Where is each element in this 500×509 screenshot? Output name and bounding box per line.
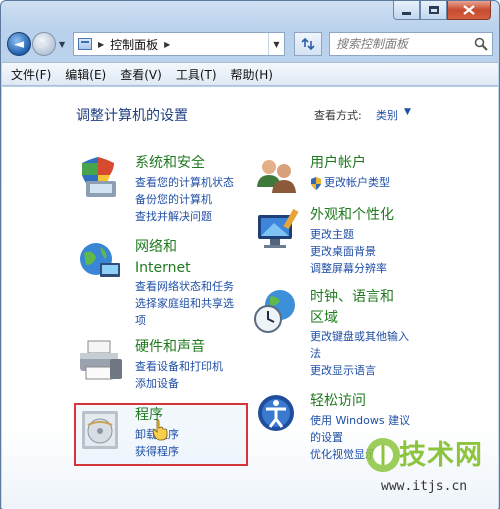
chevron-right-icon[interactable]: ▶: [98, 40, 104, 49]
link-get-programs[interactable]: 获得程序: [135, 443, 179, 460]
forward-arrow-icon: ►: [39, 36, 49, 52]
address-dropdown-icon[interactable]: ▼: [268, 33, 284, 55]
category-appearance-title[interactable]: 外观和个性化: [310, 205, 394, 225]
link-add-device[interactable]: 添加设备: [135, 375, 179, 392]
category-system-security: 系统和安全 查看您的计算机状态 备份您的计算机 查找并解决问题: [76, 153, 246, 233]
link-change-keyboard[interactable]: 更改键盘或其他输入: [310, 328, 409, 345]
menu-view[interactable]: 查看(V): [113, 66, 169, 83]
category-hardware-title[interactable]: 硬件和声音: [135, 337, 205, 357]
breadcrumb-control-panel[interactable]: 控制面板: [110, 36, 158, 53]
refresh-icon: [301, 37, 315, 51]
maximize-button[interactable]: [420, 1, 447, 20]
link-backup-computer[interactable]: 备份您的计算机: [135, 191, 212, 208]
menu-tools[interactable]: 工具(T): [169, 66, 224, 83]
category-user-accounts-title[interactable]: 用户帐户: [310, 153, 366, 173]
category-hardware-sound: 硬件和声音 查看设备和打印机 添加设备: [76, 337, 246, 397]
minimize-button[interactable]: [393, 1, 420, 20]
view-by-dropdown[interactable]: 类别: [376, 107, 398, 123]
menu-bar: 文件(F) 编辑(E) 查看(V) 工具(T) 帮助(H): [2, 62, 498, 86]
watermark: 技术网 www.itjs.cn: [359, 429, 499, 509]
control-panel-icon: [78, 38, 92, 50]
link-view-devices-printers[interactable]: 查看设备和打印机: [135, 358, 223, 375]
link-view-network-status[interactable]: 查看网络状态和任务: [135, 278, 234, 295]
search-input[interactable]: [336, 37, 474, 51]
link-change-keyboard-cont[interactable]: 法: [310, 345, 321, 362]
menu-file[interactable]: 文件(F): [2, 66, 58, 83]
link-adjust-screen-resolution[interactable]: 调整屏幕分辨率: [310, 260, 387, 277]
category-appearance: 外观和个性化 更改主题 更改桌面背景 调整屏幕分辨率: [252, 205, 452, 281]
close-icon: [463, 5, 475, 15]
link-change-account-type[interactable]: 更改帐户类型: [324, 174, 390, 191]
category-clock-title-line1[interactable]: 时钟、语言和: [310, 287, 394, 307]
chevron-down-icon[interactable]: ▼: [404, 107, 411, 117]
category-network-title-line2[interactable]: Internet: [135, 258, 191, 278]
link-view-computer-status[interactable]: 查看您的计算机状态: [135, 174, 234, 191]
search-box[interactable]: [329, 32, 493, 56]
network-globe-icon[interactable]: [76, 237, 124, 285]
link-use-windows-suggestions[interactable]: 使用 Windows 建议: [310, 412, 410, 429]
watermark-logo-icon: [366, 438, 400, 472]
printer-icon[interactable]: [76, 337, 124, 385]
link-homegroup-sharing-cont[interactable]: 项: [135, 312, 146, 329]
category-network-title-line1[interactable]: 网络和: [135, 237, 177, 257]
link-change-desktop-background[interactable]: 更改桌面背景: [310, 243, 376, 260]
users-icon[interactable]: [252, 153, 300, 201]
maximize-icon: [428, 6, 439, 14]
link-use-windows-suggestions-cont[interactable]: 的设置: [310, 429, 343, 446]
menu-help[interactable]: 帮助(H): [224, 66, 280, 83]
back-arrow-icon: ◄: [14, 36, 24, 52]
chevron-right-icon[interactable]: ▶: [164, 40, 170, 49]
hand-cursor-icon: [152, 419, 168, 441]
link-homegroup-sharing[interactable]: 选择家庭组和共享选: [135, 295, 234, 312]
page-title: 调整计算机的设置: [76, 108, 188, 124]
close-button[interactable]: [447, 1, 491, 20]
appearance-monitor-icon[interactable]: [252, 205, 300, 253]
uac-shield-icon: [311, 177, 321, 190]
back-button[interactable]: ◄: [7, 32, 31, 56]
programs-disc-icon[interactable]: [76, 405, 124, 453]
category-network-internet: 网络和 Internet 查看网络状态和任务 选择家庭组和共享选 项: [76, 237, 246, 329]
minimize-icon: [402, 11, 411, 15]
watermark-text: 技术网: [399, 440, 483, 471]
security-shield-icon[interactable]: [76, 153, 124, 201]
category-clock-title-line2[interactable]: 区域: [310, 308, 338, 328]
link-change-theme[interactable]: 更改主题: [310, 226, 354, 243]
address-bar[interactable]: ▶ 控制面板 ▶ ▼: [73, 32, 285, 56]
category-system-security-title[interactable]: 系统和安全: [135, 153, 205, 173]
navigation-bar: ◄ ► ▼ ▶ 控制面板 ▶ ▼: [7, 31, 495, 57]
category-clock-language-region: 时钟、语言和 区域 更改键盘或其他输入 法 更改显示语言: [252, 287, 452, 383]
refresh-button[interactable]: [294, 32, 322, 56]
control-panel-window: ◄ ► ▼ ▶ 控制面板 ▶ ▼ 文件(F) 编: [0, 0, 500, 509]
category-user-accounts: 用户帐户 更改帐户类型: [252, 153, 452, 197]
view-by-label: 查看方式:: [314, 109, 362, 122]
clock-globe-icon[interactable]: [252, 287, 300, 335]
watermark-url: www.itjs.cn: [381, 479, 468, 494]
search-icon[interactable]: [474, 37, 488, 51]
link-change-display-language[interactable]: 更改显示语言: [310, 362, 376, 379]
link-find-fix-problems[interactable]: 查找并解决问题: [135, 208, 212, 225]
menu-edit[interactable]: 编辑(E): [58, 66, 113, 83]
category-ease-title[interactable]: 轻松访问: [310, 391, 366, 411]
ease-of-access-icon[interactable]: [252, 391, 300, 439]
caption-buttons: [393, 1, 491, 20]
recent-pages-dropdown-icon[interactable]: ▼: [59, 40, 65, 49]
forward-button[interactable]: ►: [32, 32, 56, 56]
